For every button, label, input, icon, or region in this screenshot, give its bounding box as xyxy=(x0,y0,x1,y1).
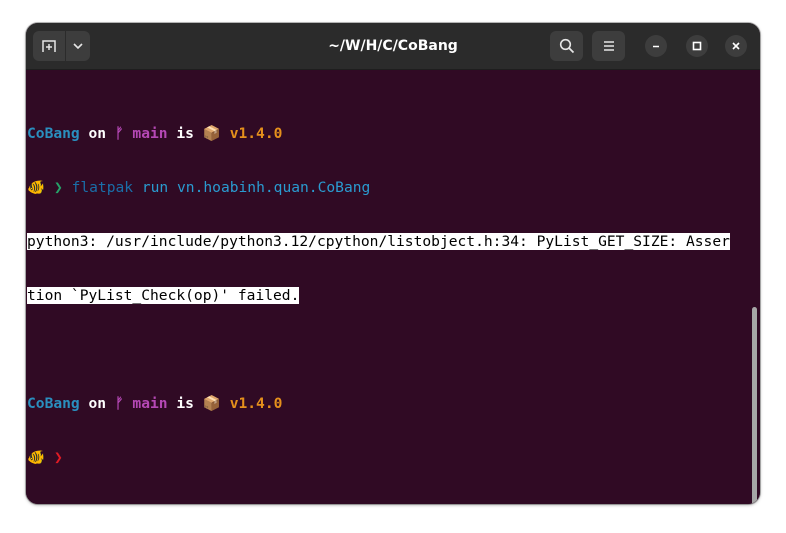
selected-output-text[interactable]: tion `PyList_Check(op)' failed. xyxy=(27,287,300,304)
command-args: run vn.hoabinh.quan.CoBang xyxy=(133,179,371,196)
package-icon: 📦 xyxy=(202,125,221,142)
prompt-arrow-icon: ❯ xyxy=(53,449,63,466)
close-button[interactable] xyxy=(725,35,747,57)
git-branch-icon: ᚠ xyxy=(114,395,124,412)
prompt-line: CoBang on ᚠ main is 📦 v1.4.0 xyxy=(27,125,283,142)
output-line: python3: /usr/include/python3.12/cpython… xyxy=(27,233,730,251)
prompt-directory: CoBang xyxy=(27,395,80,412)
output-line: tion `PyList_Check(op)' failed. xyxy=(27,287,730,305)
git-branch: main xyxy=(123,395,168,412)
command-line: 🐠 ❯ flatpak run vn.hoabinh.quan.CoBang xyxy=(27,179,730,197)
terminal-window: ~/W/H/C/CoBang CoBang on ᚠ main is 📦 v1.… xyxy=(26,23,760,504)
scrollbar[interactable] xyxy=(752,307,757,504)
header-bar: ~/W/H/C/CoBang xyxy=(26,23,760,70)
search-button[interactable] xyxy=(550,31,583,61)
package-version: v1.4.0 xyxy=(220,125,283,142)
git-branch-icon: ᚠ xyxy=(114,125,124,142)
package-icon: 📦 xyxy=(202,395,221,412)
maximize-icon xyxy=(692,41,702,51)
prompt-directory: CoBang xyxy=(27,125,80,142)
git-branch: main xyxy=(123,125,168,142)
close-icon xyxy=(732,42,740,50)
fish-icon: 🐠 xyxy=(27,449,46,466)
prompt-arrow-icon: ❯ xyxy=(53,179,63,196)
current-input-line[interactable]: 🐠 ❯ xyxy=(27,449,730,467)
selected-output-text[interactable]: python3: /usr/include/python3.12/cpython… xyxy=(27,233,730,250)
minimize-icon xyxy=(653,45,659,48)
terminal-content[interactable]: CoBang on ᚠ main is 📦 v1.4.0 🐠 ❯ flatpak… xyxy=(26,70,760,504)
maximize-button[interactable] xyxy=(686,35,708,57)
search-icon xyxy=(559,38,574,54)
terminal-text: CoBang on ᚠ main is 📦 v1.4.0 🐠 ❯ flatpak… xyxy=(27,89,730,503)
minimize-button[interactable] xyxy=(645,35,667,57)
hamburger-menu-icon xyxy=(603,41,614,51)
main-menu-button[interactable] xyxy=(592,31,625,61)
command-name: flatpak xyxy=(71,179,134,196)
prompt-line: CoBang on ᚠ main is 📦 v1.4.0 xyxy=(27,395,283,412)
fish-icon: 🐠 xyxy=(27,179,46,196)
package-version: v1.4.0 xyxy=(220,395,283,412)
